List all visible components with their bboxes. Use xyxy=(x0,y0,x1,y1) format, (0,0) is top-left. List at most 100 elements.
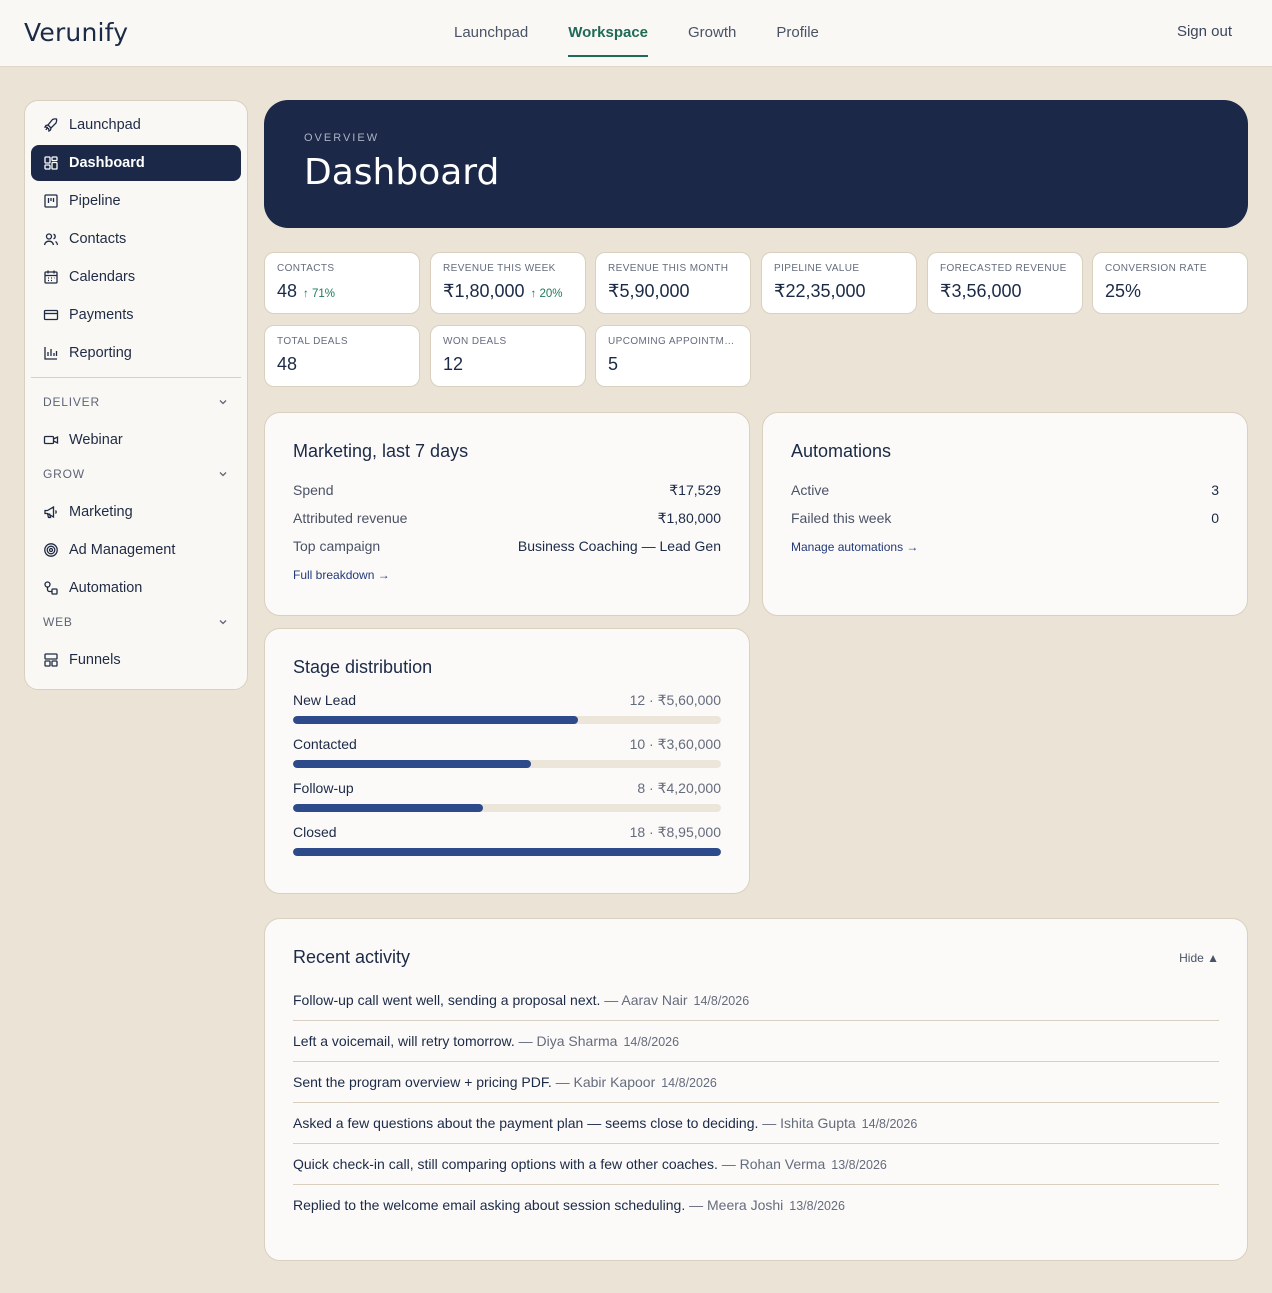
target-icon xyxy=(43,542,59,558)
activity-item: Left a voicemail, will retry tomorrow. —… xyxy=(293,1021,1219,1062)
video-icon xyxy=(43,432,59,448)
activity-item: Asked a few questions about the payment … xyxy=(293,1103,1219,1144)
sidebar-item-pipeline[interactable]: Pipeline xyxy=(31,183,241,219)
page-eyebrow: OVERVIEW xyxy=(304,132,380,144)
kpi-contacts: CONTACTS 48 ↑ 71% xyxy=(264,252,420,314)
kpi-forecasted-revenue: FORECASTED REVENUE ₹3,56,000 xyxy=(927,252,1083,314)
sidebar-item-calendars[interactable]: Calendars xyxy=(31,259,241,295)
stage-bar-fill xyxy=(293,760,531,768)
activity-text: Follow-up call went well, sending a prop… xyxy=(293,992,601,1008)
sidebar-item-label: Funnels xyxy=(69,652,121,668)
sidebar-item-marketing[interactable]: Marketing xyxy=(31,494,241,530)
automations-card: Automations Active 3 Failed this week 0 Ma… xyxy=(762,412,1248,616)
sidebar-item-reporting[interactable]: Reporting xyxy=(31,335,241,371)
kpi-revenue-week: REVENUE THIS WEEK ₹1,80,000 ↑ 20% xyxy=(430,252,586,314)
kv-row: Spend ₹17,529 xyxy=(293,476,721,504)
kpi-conversion-rate: CONVERSION RATE 25% xyxy=(1092,252,1248,314)
kpi-label: PIPELINE VALUE xyxy=(774,263,860,274)
contacts-icon xyxy=(43,231,59,247)
top-bar: Verunify Launchpad Workspace Growth Prof… xyxy=(0,0,1272,67)
kpi-value: 25% xyxy=(1105,281,1142,301)
stage-row: Contacted 10 · ₹3,60,000 xyxy=(293,736,721,768)
activity-item: Sent the program overview + pricing PDF.… xyxy=(293,1062,1219,1103)
layout-icon xyxy=(43,652,59,668)
manage-automations-link[interactable]: Manage automations → xyxy=(791,540,918,554)
sidebar-item-automation[interactable]: Automation xyxy=(31,570,241,606)
sidebar-item-webinar[interactable]: Webinar xyxy=(31,422,241,458)
kpi-label: FORECASTED REVENUE xyxy=(940,263,1067,274)
kpi-upcoming-appointments: UPCOMING APPOINTMENTS 5 xyxy=(595,325,751,387)
kv-key: Active xyxy=(791,482,830,498)
stage-meta: 8 · ₹4,20,000 xyxy=(637,780,721,796)
bar-chart-icon xyxy=(43,345,59,361)
tab-profile[interactable]: Profile xyxy=(776,0,819,67)
kv-value: 3 xyxy=(1211,482,1219,498)
stage-row: Follow-up 8 · ₹4,20,000 xyxy=(293,780,721,812)
tab-launchpad[interactable]: Launchpad xyxy=(454,0,528,67)
hide-activity-button[interactable]: Hide ▲ xyxy=(1179,951,1219,965)
tab-growth[interactable]: Growth xyxy=(688,0,736,67)
kpi-value: ₹22,35,000 xyxy=(774,281,866,301)
activity-text: Sent the program overview + pricing PDF. xyxy=(293,1074,552,1090)
pipeline-icon xyxy=(43,193,59,209)
activity-author: — Aarav Nair xyxy=(604,992,688,1008)
sidebar-group-grow[interactable]: GROW xyxy=(31,462,241,486)
sign-out-link[interactable]: Sign out xyxy=(1177,23,1232,40)
sidebar-item-dashboard[interactable]: Dashboard xyxy=(31,145,241,181)
marketing-card: Marketing, last 7 days Spend ₹17,529 Attr… xyxy=(264,412,750,616)
sidebar-group-label: WEB xyxy=(43,615,73,629)
stage-meta: 10 · ₹3,60,000 xyxy=(629,736,721,752)
activity-item: Follow-up call went well, sending a prop… xyxy=(293,980,1219,1021)
sidebar-item-ad-management[interactable]: Ad Management xyxy=(31,532,241,568)
activity-item: Replied to the welcome email asking abou… xyxy=(293,1185,1219,1226)
activity-date: 14/8/2026 xyxy=(693,994,750,1008)
kv-value: ₹1,80,000 xyxy=(657,510,721,526)
app-logo[interactable]: Verunify xyxy=(24,18,128,47)
kpi-value: ₹5,90,000 xyxy=(608,281,690,301)
card-title: Recent activity xyxy=(293,947,411,967)
activity-text: Quick check-in call, still comparing opt… xyxy=(293,1156,718,1172)
credit-card-icon xyxy=(43,307,59,323)
sidebar-divider xyxy=(31,377,241,378)
sidebar-item-funnels[interactable]: Funnels xyxy=(31,642,241,678)
sidebar-item-label: Marketing xyxy=(69,504,133,520)
sidebar: Launchpad Dashboard Pipeline Contacts Ca… xyxy=(24,100,248,690)
page-header: OVERVIEW Dashboard xyxy=(264,100,1248,228)
rocket-icon xyxy=(43,117,59,133)
sidebar-group-label: DELIVER xyxy=(43,395,100,409)
sidebar-group-deliver[interactable]: DELIVER xyxy=(31,390,241,414)
sidebar-item-payments[interactable]: Payments xyxy=(31,297,241,333)
sidebar-item-label: Reporting xyxy=(69,345,132,361)
kpi-delta: ↑ 71% xyxy=(303,288,335,300)
kv-row: Top campaign Business Coaching — Lead Gen xyxy=(293,532,721,560)
calendar-icon xyxy=(43,269,59,285)
sidebar-item-label: Webinar xyxy=(69,432,123,448)
tab-workspace[interactable]: Workspace xyxy=(568,0,648,67)
sidebar-item-launchpad[interactable]: Launchpad xyxy=(31,107,241,143)
activity-date: 14/8/2026 xyxy=(661,1076,717,1090)
kpi-value: ₹3,56,000 xyxy=(940,281,1022,301)
stage-distribution-card: Stage distribution New Lead 12 · ₹5,60,00… xyxy=(264,628,750,894)
activity-author: — Meera Joshi xyxy=(689,1197,784,1213)
kpi-won-deals: WON DEALS 12 xyxy=(430,325,586,387)
kv-key: Spend xyxy=(293,482,334,498)
activity-author: — Kabir Kapoor xyxy=(555,1074,656,1090)
megaphone-icon xyxy=(43,504,59,520)
full-breakdown-link[interactable]: Full breakdown → xyxy=(293,568,390,582)
chevron-down-icon xyxy=(219,472,227,477)
sidebar-item-label: Dashboard xyxy=(69,155,145,171)
stage-name: Contacted xyxy=(293,736,357,752)
kpi-value: 48 xyxy=(277,354,298,374)
sidebar-group-web[interactable]: WEB xyxy=(31,610,241,634)
sidebar-item-label: Launchpad xyxy=(69,117,141,133)
activity-author: — Ishita Gupta xyxy=(762,1115,856,1131)
page-title: Dashboard xyxy=(304,152,500,193)
kpi-label: CONTACTS xyxy=(277,263,335,274)
kpi-label: REVENUE THIS WEEK xyxy=(443,263,556,274)
activity-date: 14/8/2026 xyxy=(861,1117,918,1131)
sidebar-item-contacts[interactable]: Contacts xyxy=(31,221,241,257)
sidebar-item-label: Contacts xyxy=(69,231,127,247)
sidebar-group-label: GROW xyxy=(43,467,85,481)
recent-activity-card: Recent activity Hide ▲ Follow-up call we… xyxy=(264,918,1248,1261)
stage-row: New Lead 12 · ₹5,60,000 xyxy=(293,692,721,724)
